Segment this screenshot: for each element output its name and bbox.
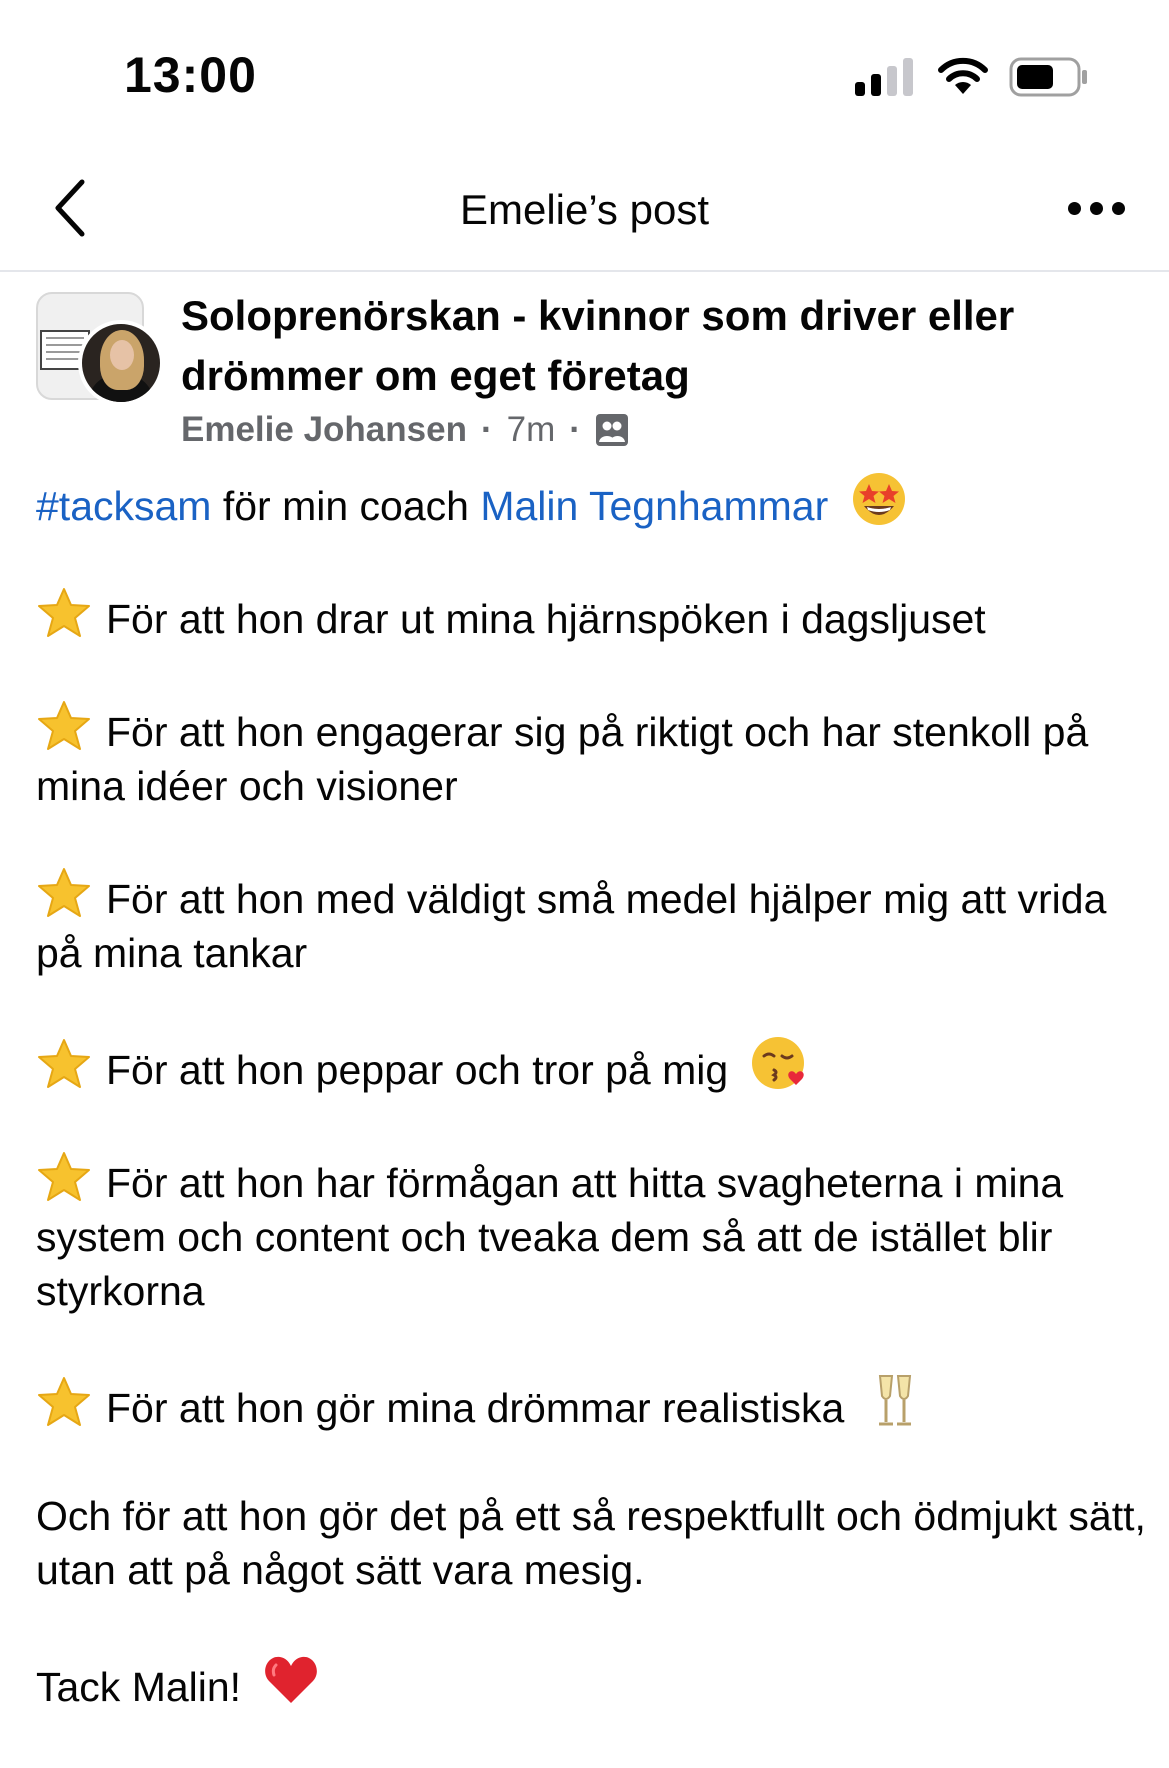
list-item: För att hon drar ut mina hjärnspöken i d…: [36, 587, 1146, 646]
post-thanks: Tack Malin!: [36, 1651, 1146, 1714]
star-icon: [38, 868, 90, 917]
star-icon: [38, 588, 90, 637]
meta-separator: ·: [569, 410, 581, 449]
clinking-glasses-emoji: [878, 1375, 911, 1426]
kissing-heart-emoji: [751, 1037, 804, 1089]
status-bar: 13:00: [0, 0, 1169, 150]
battery-icon: [1009, 57, 1087, 97]
red-heart-emoji: [265, 1656, 318, 1703]
list-item: För att hon peppar och tror på mig: [36, 1034, 1146, 1097]
post-closing: Och för att hon gör det på ett så respek…: [36, 1493, 1146, 1593]
list-item-text: För att hon drar ut mina hjärnspöken i d…: [106, 596, 986, 642]
list-item-text: För att hon med väldigt små medel hjälpe…: [36, 876, 1107, 976]
post-text: #tacksam för min coach Malin Tegnhammar …: [36, 470, 1146, 1768]
list-item: För att hon engagerar sig på riktigt och…: [36, 700, 1146, 813]
star-struck-emoji: [852, 473, 905, 525]
list-item-text: För att hon engagerar sig på riktigt och…: [36, 709, 1089, 809]
group-name-link[interactable]: Soloprenörskan - kvinnor som driver elle…: [181, 286, 1131, 406]
star-icon: [38, 1377, 90, 1426]
more-horizontal-icon[interactable]: [1068, 202, 1128, 218]
intro-text: för min coach: [211, 483, 481, 529]
post-intro: #tacksam för min coach Malin Tegnhammar: [36, 470, 1146, 533]
author-avatar[interactable]: [78, 320, 164, 406]
star-icon: [38, 1039, 90, 1088]
group-avatar[interactable]: [36, 290, 164, 406]
status-time: 13:00: [124, 47, 257, 103]
list-item-text: För att hon har förmågan att hitta svagh…: [36, 1160, 1064, 1314]
list-item: För att hon gör mina drömmar realistiska: [36, 1372, 1146, 1435]
meta-separator: ·: [480, 410, 493, 449]
group-members-icon: [595, 414, 628, 446]
thanks-text: Tack Malin!: [36, 1664, 242, 1710]
post-header: Emelie’s post: [0, 150, 1169, 272]
author-name-link[interactable]: Emelie Johansen: [181, 410, 467, 450]
hashtag-link[interactable]: #tacksam: [36, 483, 211, 529]
star-icon: [38, 701, 90, 750]
mention-link[interactable]: Malin Tegnhammar: [480, 483, 828, 529]
star-icon: [38, 1152, 90, 1201]
page-title: Emelie’s post: [459, 186, 709, 233]
wifi-icon: [938, 57, 988, 94]
post-meta: Emelie Johansen · 7m ·: [181, 408, 629, 452]
cellular-signal-icon: [855, 58, 915, 96]
list-item-text: För att hon peppar och tror på mig: [106, 1047, 729, 1093]
list-item: För att hon med väldigt små medel hjälpe…: [36, 867, 1146, 980]
list-item-text: För att hon gör mina drömmar realistiska: [106, 1385, 845, 1431]
list-item: För att hon har förmågan att hitta svagh…: [36, 1151, 1146, 1318]
post-timestamp[interactable]: 7m: [507, 410, 556, 450]
